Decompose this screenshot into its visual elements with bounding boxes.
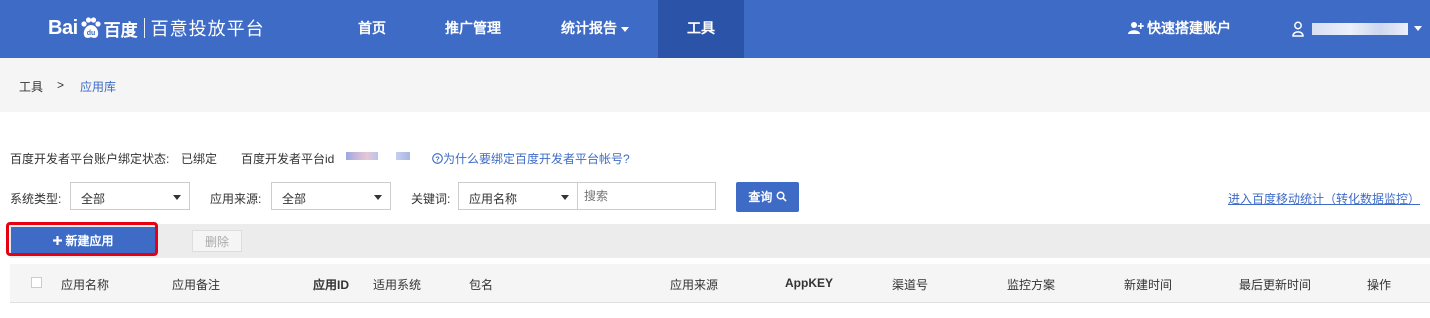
table-header xyxy=(10,264,1430,303)
dev-id-redacted xyxy=(346,152,378,160)
col-appkey: AppKEY xyxy=(785,276,833,290)
logo-baidu-text: 百度 xyxy=(103,20,138,40)
system-type-value: 全部 xyxy=(81,192,106,206)
col-source: 应用来源 xyxy=(670,278,719,292)
add-user-icon xyxy=(1128,22,1144,34)
dev-id-redacted-2 xyxy=(396,152,410,160)
user-name-redacted xyxy=(1312,22,1408,35)
query-button[interactable]: 查询 xyxy=(736,182,799,212)
delete-button[interactable]: 删除 xyxy=(192,230,242,252)
search-icon xyxy=(776,191,787,202)
top-nav-bar: Bai du 百度 百意投放平台 首页 推广管理 统计报告 工具 快速搭建账户 xyxy=(0,0,1430,58)
breadcrumb-separator: > xyxy=(57,78,65,92)
query-button-label: 查询 xyxy=(748,190,773,204)
mobile-stats-link[interactable]: 进入百度移动统计（转化数据监控） xyxy=(1228,190,1420,207)
col-actions: 操作 xyxy=(1367,278,1392,292)
highlight-box xyxy=(6,222,158,256)
nav-promotion[interactable]: 推广管理 xyxy=(425,0,521,58)
chevron-down-icon xyxy=(173,195,181,200)
user-menu[interactable] xyxy=(1292,0,1422,58)
col-app-name[interactable]: 应用名称 xyxy=(61,276,109,293)
system-type-label: 系统类型: xyxy=(10,192,62,206)
binding-status-value: 已绑定 xyxy=(181,152,218,166)
app-source-value: 全部 xyxy=(282,192,307,206)
binding-help-link[interactable]: ? 为什么要绑定百度开发者平台帐号? xyxy=(432,150,630,167)
app-source-label: 应用来源: xyxy=(210,192,262,206)
nav-promotion-label: 推广管理 xyxy=(445,20,501,36)
search-input[interactable] xyxy=(577,182,716,210)
nav-home[interactable]: 首页 xyxy=(339,0,405,58)
system-type-select[interactable]: 全部 xyxy=(70,182,190,210)
dev-id-label: 百度开发者平台id xyxy=(241,152,335,166)
col-app-note: 应用备注 xyxy=(172,278,221,292)
keyword-field-value: 应用名称 xyxy=(469,192,518,206)
chevron-down-icon xyxy=(561,195,569,200)
app-source-select[interactable]: 全部 xyxy=(271,182,391,210)
user-icon xyxy=(1292,21,1304,37)
binding-status-label: 百度开发者平台账户绑定状态: xyxy=(10,152,170,166)
logo-text: Bai xyxy=(48,16,78,39)
paw-icon: du xyxy=(79,16,103,40)
binding-help-text: 为什么要绑定百度开发者平台帐号? xyxy=(443,152,630,166)
col-package: 包名 xyxy=(469,278,494,292)
col-channel: 渠道号 xyxy=(892,278,929,292)
baidu-logo[interactable]: Bai du 百度 百意投放平台 xyxy=(48,10,265,46)
chevron-down-icon xyxy=(1414,26,1422,32)
breadcrumb-current: 应用库 xyxy=(80,80,117,94)
chevron-down-icon xyxy=(621,26,629,32)
svg-text:?: ? xyxy=(435,154,440,163)
quick-create-account[interactable]: 快速搭建账户 xyxy=(1128,0,1231,58)
logo-platform-name: 百意投放平台 xyxy=(150,19,265,39)
col-system: 适用系统 xyxy=(373,278,422,292)
nav-reports-label: 统计报告 xyxy=(561,20,617,36)
col-updated[interactable]: 最后更新时间 xyxy=(1239,276,1311,293)
nav-reports[interactable]: 统计报告 xyxy=(541,0,649,58)
question-circle-icon: ? xyxy=(432,153,443,164)
keyword-field-select[interactable]: 应用名称 xyxy=(458,182,578,210)
svg-text:du: du xyxy=(86,30,95,37)
breadcrumb-root[interactable]: 工具 xyxy=(19,78,43,95)
nav-home-label: 首页 xyxy=(358,20,386,36)
keyword-label: 关键词: xyxy=(411,192,451,206)
col-monitor: 监控方案 xyxy=(1007,278,1056,292)
col-app-id: 应用ID xyxy=(313,278,350,292)
nav-tools-label: 工具 xyxy=(687,20,715,36)
quick-create-label: 快速搭建账户 xyxy=(1147,20,1231,36)
col-created[interactable]: 新建时间 xyxy=(1124,276,1172,293)
breadcrumb: 工具 > 应用库 xyxy=(0,58,1430,112)
chevron-down-icon xyxy=(374,195,382,200)
nav-tools[interactable]: 工具 xyxy=(658,0,744,58)
logo-divider xyxy=(143,18,145,38)
select-all-checkbox[interactable] xyxy=(31,277,42,288)
